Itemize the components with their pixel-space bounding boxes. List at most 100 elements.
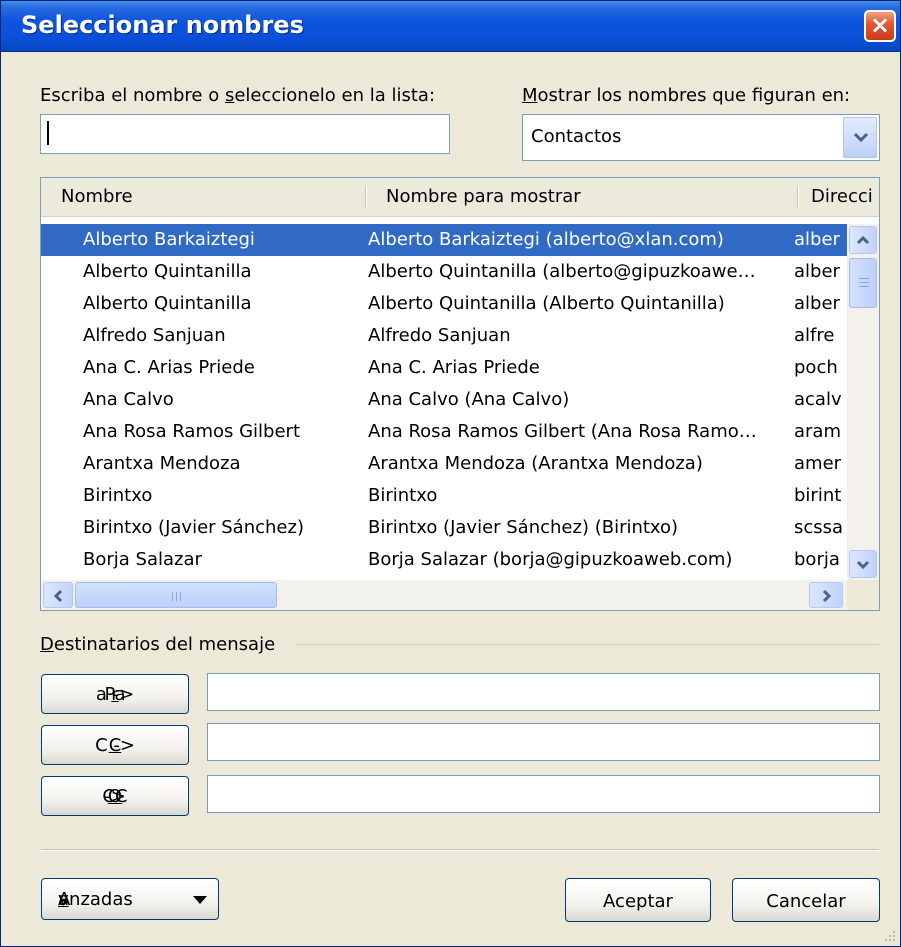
contact-display-name: Alberto Quintanilla (alberto@gipuzkoawe… bbox=[368, 261, 756, 282]
bcc-field[interactable] bbox=[207, 775, 880, 813]
grip-line bbox=[859, 282, 869, 283]
contact-display-name: Alfredo Sanjuan bbox=[368, 325, 511, 346]
grip-line bbox=[180, 592, 181, 601]
contacts-list[interactable]: Nombre Nombre para mostrar Direcci Alber… bbox=[40, 177, 880, 611]
contact-name: Arantxa Mendoza bbox=[83, 453, 241, 474]
addressbook-label-accesskey: M bbox=[522, 85, 538, 106]
contact-row[interactable]: Birintxo (Javier Sánchez) Birintxo (Javi… bbox=[41, 512, 847, 544]
contact-name: Alberto Quintanilla bbox=[83, 293, 252, 314]
contact-name: Ana C. Arias Priede bbox=[83, 357, 255, 378]
contact-display-name: Arantxa Mendoza (Arantxa Mendoza) bbox=[368, 453, 703, 474]
chevron-left-icon bbox=[53, 589, 63, 603]
group-divider bbox=[296, 644, 879, 645]
text-caret bbox=[47, 121, 49, 145]
cc-button-suffix: C -> bbox=[95, 735, 135, 756]
scroll-left-button[interactable] bbox=[43, 582, 73, 608]
contact-row[interactable]: Alberto Quintanilla Alberto Quintanilla … bbox=[41, 256, 847, 288]
column-divider[interactable] bbox=[365, 186, 367, 208]
addressbook-label: Mostrar los nombres que figuran en: bbox=[522, 85, 850, 106]
contact-name: Ana Rosa Ramos Gilbert bbox=[83, 421, 301, 442]
cancel-button[interactable]: Cancelar bbox=[732, 878, 880, 922]
scroll-down-button[interactable] bbox=[849, 550, 877, 578]
cancel-button-label: Cancelar bbox=[766, 891, 846, 912]
column-header-name[interactable]: Nombre bbox=[61, 178, 361, 216]
grip-line bbox=[859, 286, 869, 287]
contact-name: Alberto Barkaiztegi bbox=[83, 229, 255, 250]
contact-display-name: Ana Calvo (Ana Calvo) bbox=[368, 389, 570, 410]
contact-name: Ana Calvo bbox=[83, 389, 174, 410]
horizontal-scrollbar[interactable] bbox=[41, 580, 847, 610]
scroll-up-button[interactable] bbox=[849, 226, 877, 254]
search-input[interactable] bbox=[40, 114, 450, 154]
contact-row[interactable]: Ana C. Arias Priede Ana C. Arias Priede … bbox=[41, 352, 847, 384]
contact-row[interactable]: Alfredo Sanjuan Alfredo Sanjuan alfre bbox=[41, 320, 847, 352]
vertical-scroll-thumb[interactable] bbox=[849, 258, 877, 308]
title-bar[interactable]: Seleccionar nombres × bbox=[1, 1, 900, 52]
bcc-button-suffix: -> bbox=[104, 786, 126, 807]
contact-row[interactable]: Birintxo Birintxo birint bbox=[41, 480, 847, 512]
search-label-suffix: eleccionelo en la lista: bbox=[234, 85, 436, 106]
contacts-rows: Alberto Barkaiztegi Alberto Barkaiztegi … bbox=[41, 224, 847, 580]
contact-display-name: Borja Salazar (borja@gipuzkoaweb.com) bbox=[368, 549, 733, 570]
contact-name: Borja Salazar bbox=[83, 549, 202, 570]
contact-address: borja bbox=[794, 549, 840, 570]
close-button[interactable]: × bbox=[864, 10, 896, 42]
resize-grip-icon[interactable] bbox=[881, 927, 897, 943]
dropdown-arrow-icon bbox=[193, 896, 207, 904]
chevron-down-icon bbox=[856, 560, 870, 570]
contact-display-name: Ana Rosa Ramos Gilbert (Ana Rosa Ramo… bbox=[368, 421, 757, 442]
grip-line bbox=[176, 592, 177, 601]
contact-address: scssa bbox=[794, 517, 844, 538]
contact-address: aram bbox=[794, 421, 841, 442]
contact-row[interactable]: Ana Calvo Ana Calvo (Ana Calvo) acalv bbox=[41, 384, 847, 416]
to-button[interactable]: Pa r a -> bbox=[41, 674, 189, 714]
recipients-label: Destinatarios del mensaje bbox=[40, 634, 275, 655]
advanced-button[interactable]: Av anzadas bbox=[41, 878, 219, 920]
grip-line bbox=[859, 278, 869, 279]
to-button-suffix: a -> bbox=[95, 684, 135, 705]
contact-name: Alfredo Sanjuan bbox=[83, 325, 226, 346]
recipients-label-accesskey: D bbox=[40, 634, 54, 655]
addressbook-label-suffix: ostrar los nombres que figuran en: bbox=[537, 85, 851, 106]
search-label-prefix: Escriba el nombre o bbox=[40, 85, 225, 106]
cc-field[interactable] bbox=[207, 723, 880, 761]
chevron-right-icon bbox=[822, 589, 832, 603]
contact-name: Alberto Quintanilla bbox=[83, 261, 252, 282]
scrollbar-corner bbox=[847, 580, 879, 610]
search-label-accesskey: s bbox=[224, 85, 235, 106]
scroll-right-button[interactable] bbox=[809, 582, 843, 608]
bcc-button[interactable]: CC O -> bbox=[41, 776, 189, 816]
contact-address: alfre bbox=[794, 325, 835, 346]
contact-row[interactable]: Borja Salazar Borja Salazar (borja@gipuz… bbox=[41, 544, 847, 576]
contact-display-name: Birintxo (Javier Sánchez) (Birintxo) bbox=[368, 517, 679, 538]
cc-button[interactable]: CC -> bbox=[41, 725, 189, 765]
contact-row[interactable]: Ana Rosa Ramos Gilbert Ana Rosa Ramos Gi… bbox=[41, 416, 847, 448]
contact-address: amer bbox=[794, 453, 842, 474]
contact-name: Birintxo (Javier Sánchez) bbox=[83, 517, 304, 538]
contact-address: alber bbox=[794, 293, 840, 314]
footer-separator bbox=[41, 849, 879, 851]
to-field[interactable] bbox=[207, 673, 880, 711]
addressbook-select[interactable]: Contactos bbox=[522, 114, 880, 161]
contact-address: alber bbox=[794, 261, 840, 282]
addressbook-dropdown-button[interactable] bbox=[843, 117, 877, 158]
contact-row[interactable]: Arantxa Mendoza Arantxa Mendoza (Arantxa… bbox=[41, 448, 847, 480]
contact-address: poch bbox=[794, 357, 838, 378]
column-header-display-name[interactable]: Nombre para mostrar bbox=[386, 178, 806, 216]
search-label: Escriba el nombre o seleccionelo en la l… bbox=[40, 85, 435, 106]
contact-display-name: Birintxo bbox=[368, 485, 438, 506]
accept-button[interactable]: Aceptar bbox=[565, 878, 711, 922]
horizontal-scroll-thumb[interactable] bbox=[75, 582, 277, 608]
contact-name: Birintxo bbox=[83, 485, 153, 506]
contact-row[interactable]: Alberto Quintanilla Alberto Quintanilla … bbox=[41, 288, 847, 320]
window-title: Seleccionar nombres bbox=[21, 11, 304, 39]
contact-address: acalv bbox=[794, 389, 842, 410]
contact-address: birint bbox=[794, 485, 842, 506]
column-header-address[interactable]: Direcci bbox=[811, 178, 879, 216]
column-divider[interactable] bbox=[797, 186, 799, 208]
vertical-scrollbar[interactable] bbox=[847, 224, 879, 580]
chevron-down-icon bbox=[853, 132, 869, 143]
column-header: Nombre Nombre para mostrar Direcci bbox=[41, 178, 879, 217]
contact-row-selected[interactable]: Alberto Barkaiztegi Alberto Barkaiztegi … bbox=[41, 224, 847, 256]
chevron-up-icon bbox=[856, 235, 870, 245]
